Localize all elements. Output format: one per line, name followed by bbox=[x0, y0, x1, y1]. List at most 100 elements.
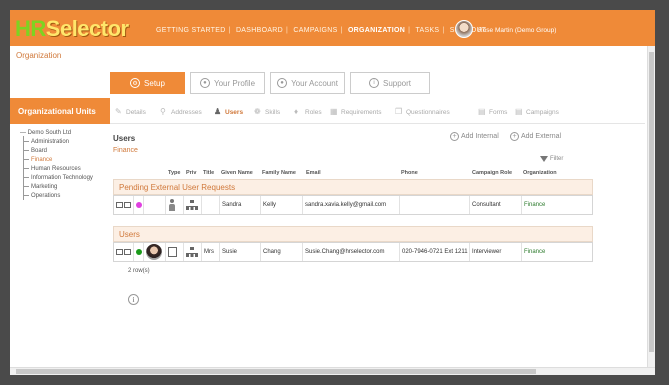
email-cell: Susie.Chang@hrselector.com bbox=[303, 243, 400, 261]
subnav-roles[interactable]: ♦ Roles bbox=[294, 108, 322, 116]
user-avatar[interactable] bbox=[455, 20, 473, 38]
forms-icon: ▤ bbox=[478, 107, 486, 116]
row-actions[interactable] bbox=[114, 196, 134, 214]
internal-user-icon bbox=[168, 247, 177, 257]
info-icon[interactable]: i bbox=[128, 294, 139, 305]
tab-your-account[interactable]: ● Your Account bbox=[270, 72, 345, 94]
title-cell bbox=[202, 196, 220, 214]
questionnaire-icon: ❒ bbox=[395, 107, 403, 116]
nav-dashboard[interactable]: DASHBOARD bbox=[236, 27, 283, 34]
family-name-cell: Kelly bbox=[261, 196, 303, 214]
organizational-units-header: Organizational Units bbox=[10, 98, 110, 124]
tree-item-marketing[interactable]: Marketing bbox=[23, 184, 57, 190]
subnav-skills[interactable]: ❁ Skills bbox=[254, 108, 280, 116]
row-count: 2 row(s) bbox=[128, 268, 150, 274]
table-row[interactable]: Mrs Susie Chang Susie.Chang@hrselector.c… bbox=[113, 242, 593, 262]
col-given-name[interactable]: Given Name bbox=[221, 170, 253, 176]
tab-support[interactable]: i Support bbox=[350, 72, 430, 94]
tree-root[interactable]: — Demo South Ltd bbox=[20, 130, 71, 136]
delete-icon[interactable] bbox=[124, 249, 131, 255]
edit-icon[interactable] bbox=[116, 249, 123, 255]
group-users: Users bbox=[113, 226, 593, 242]
group-pending-requests: Pending External User Requests bbox=[113, 179, 593, 195]
edit-icon[interactable] bbox=[116, 202, 123, 208]
main-nav: GETTING STARTED | DASHBOARD | CAMPAIGNS | O… bbox=[156, 27, 486, 34]
requirements-icon: ▦ bbox=[330, 107, 338, 116]
organization-cell[interactable]: Finance bbox=[522, 196, 592, 214]
table-row[interactable]: Sandra Kelly sandra.xavia.kelly@gmail.co… bbox=[113, 195, 593, 215]
scroll-thumb[interactable] bbox=[16, 369, 536, 374]
add-external-button[interactable]: + Add External bbox=[510, 132, 561, 141]
tree-item-operations[interactable]: Operations bbox=[23, 193, 60, 199]
app-window: HRSelector GETTING STARTED | DASHBOARD | C… bbox=[10, 10, 655, 375]
priv-cell bbox=[184, 196, 202, 214]
tree-item-finance[interactable]: Finance bbox=[23, 157, 52, 163]
given-name-cell: Susie bbox=[220, 243, 261, 261]
section-subtitle: Finance bbox=[113, 147, 138, 154]
email-cell: sandra.xavia.kelly@gmail.com bbox=[303, 196, 400, 214]
status-dot bbox=[136, 202, 142, 208]
hierarchy-icon bbox=[186, 247, 198, 257]
nav-organization[interactable]: ORGANIZATION bbox=[348, 27, 405, 34]
campaign-role-cell: Interviewer bbox=[470, 243, 522, 261]
vertical-scrollbar[interactable] bbox=[647, 46, 655, 367]
delete-icon[interactable] bbox=[124, 202, 131, 208]
phone-cell bbox=[400, 196, 470, 214]
col-email[interactable]: Email bbox=[306, 170, 321, 176]
horizontal-scrollbar[interactable] bbox=[10, 367, 655, 375]
sub-nav: ✎ Details ⚲ Addresses ♟ Users ❁ Skills ♦ Role… bbox=[110, 98, 645, 124]
subnav-questionnaires[interactable]: ❒ Questionnaires bbox=[395, 108, 450, 116]
filter-icon bbox=[540, 156, 548, 162]
nav-getting-started[interactable]: GETTING STARTED bbox=[156, 27, 226, 34]
subnav-addresses[interactable]: ⚲ Addresses bbox=[160, 108, 202, 116]
add-internal-button[interactable]: + Add Internal bbox=[450, 132, 499, 141]
tab-your-profile[interactable]: ● Your Profile bbox=[190, 72, 265, 94]
info-icon: i bbox=[368, 78, 379, 88]
phone-cell: 020-7946-0721 Ext 1211 bbox=[400, 243, 470, 261]
subnav-requirements[interactable]: ▦ Requirements bbox=[330, 108, 381, 116]
photo-cell bbox=[144, 196, 166, 214]
col-title[interactable]: Title bbox=[203, 170, 214, 176]
given-name-cell: Sandra bbox=[220, 196, 261, 214]
col-campaign-role[interactable]: Campaign Role bbox=[472, 170, 512, 176]
row-actions[interactable] bbox=[114, 243, 134, 261]
users-icon: ♟ bbox=[214, 107, 222, 116]
col-type[interactable]: Type bbox=[168, 170, 180, 176]
plus-icon: + bbox=[450, 132, 459, 141]
page-title: Organization bbox=[16, 51, 62, 60]
nav-campaigns[interactable]: CAMPAIGNS bbox=[293, 27, 337, 34]
tree-item-information-technology[interactable]: Information Technology bbox=[23, 175, 93, 181]
col-priv[interactable]: Priv bbox=[186, 170, 196, 176]
status-cell bbox=[134, 196, 144, 214]
type-cell bbox=[166, 243, 184, 261]
tab-setup[interactable]: ⚙ Setup bbox=[110, 72, 185, 94]
hrselector-logo[interactable]: HRSelector bbox=[15, 16, 129, 42]
subnav-forms[interactable]: ▤ Forms bbox=[478, 108, 507, 116]
organization-cell[interactable]: Finance bbox=[522, 243, 592, 261]
family-name-cell: Chang bbox=[261, 243, 303, 261]
status-cell bbox=[134, 243, 144, 261]
wrench-icon: ⚙ bbox=[130, 78, 141, 88]
user-name[interactable]: Rose Martin (Demo Group) bbox=[478, 27, 556, 34]
col-organization[interactable]: Organization bbox=[523, 170, 557, 176]
subnav-campaigns[interactable]: ▤ Campaigns bbox=[515, 108, 559, 116]
handshake-icon: ✎ bbox=[115, 107, 122, 116]
tree-item-administration[interactable]: Administration bbox=[23, 139, 69, 145]
section-title: Users bbox=[113, 134, 136, 143]
skills-icon: ❁ bbox=[254, 107, 261, 116]
roles-icon: ♦ bbox=[294, 107, 299, 116]
filter-button[interactable]: Filter bbox=[540, 156, 563, 162]
nav-tasks[interactable]: TASKS bbox=[415, 27, 439, 34]
tree-item-human-resources[interactable]: Human Resources bbox=[23, 166, 81, 172]
col-family-name[interactable]: Family Name bbox=[262, 170, 296, 176]
status-dot bbox=[136, 249, 142, 255]
top-bar: HRSelector GETTING STARTED | DASHBOARD | C… bbox=[10, 10, 655, 46]
tree-item-board[interactable]: Board bbox=[23, 148, 47, 154]
subnav-users[interactable]: ♟ Users bbox=[214, 108, 243, 116]
col-phone[interactable]: Phone bbox=[401, 170, 418, 176]
user-photo bbox=[146, 244, 162, 260]
scroll-thumb[interactable] bbox=[649, 52, 654, 352]
location-pin-icon: ⚲ bbox=[160, 107, 166, 116]
subnav-details[interactable]: ✎ Details bbox=[115, 108, 146, 116]
title-cell: Mrs bbox=[202, 243, 220, 261]
